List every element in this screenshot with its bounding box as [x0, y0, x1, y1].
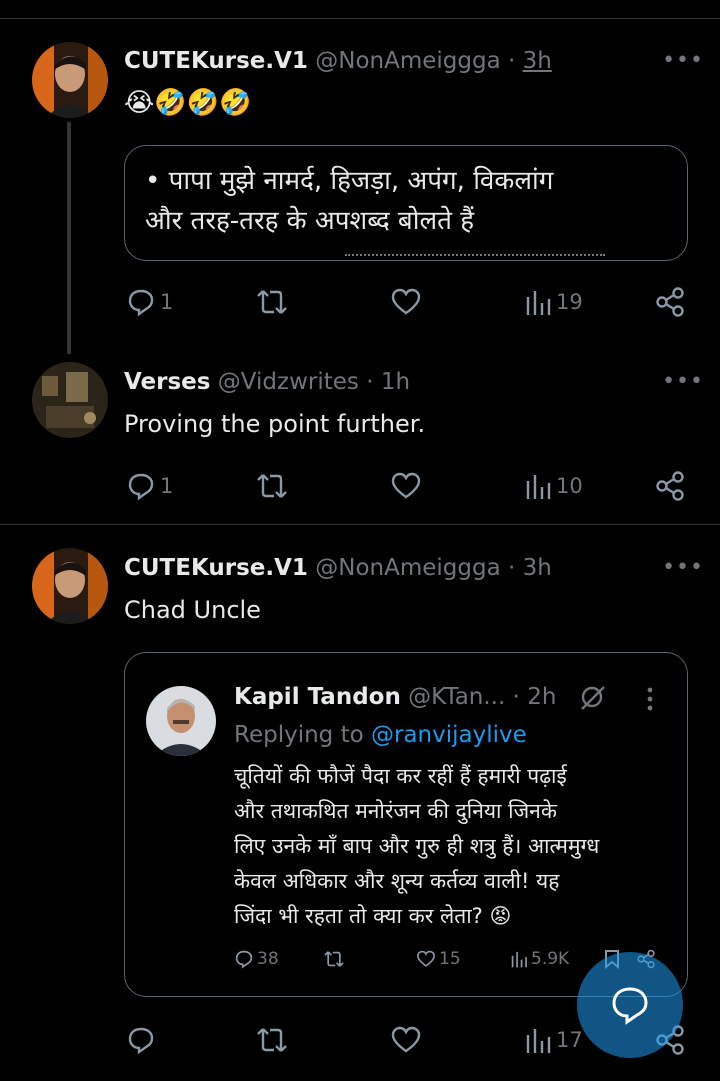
avatar[interactable]	[32, 548, 108, 624]
author-handle[interactable]: @NonAmeiggga	[315, 48, 500, 74]
timestamp-link[interactable]: 3h	[523, 48, 552, 74]
retweet-icon	[324, 951, 344, 967]
quoted-text-line: जिंदा भी रहता तो क्या कर लेता? 😡	[234, 904, 512, 928]
replying-to-prefix: Replying to	[234, 722, 364, 748]
more-options-icon[interactable]: •••	[662, 555, 704, 580]
quoted-reply-count: 38	[257, 949, 279, 969]
quoted-avatar[interactable]	[146, 686, 216, 756]
timestamp-link[interactable]: 3h	[523, 555, 552, 581]
author-handle[interactable]: @NonAmeiggga	[315, 555, 500, 581]
quoted-timestamp[interactable]: 2h	[527, 684, 556, 710]
share-icon	[656, 471, 684, 501]
more-options-icon[interactable]: •••	[662, 48, 704, 73]
views-icon	[526, 475, 551, 499]
views-icon	[511, 951, 527, 968]
replying-to-link[interactable]: @ranvijaylive	[371, 722, 527, 748]
avatar[interactable]	[32, 362, 108, 438]
reply-icon	[128, 1027, 154, 1055]
views-icon	[526, 1029, 551, 1053]
tweet-header: CUTEKurse.V1 @NonAmeiggga · 3h	[124, 46, 552, 76]
quoted-header: Kapil Tandon @KTan... · 2h	[234, 684, 556, 710]
views-button[interactable]: 10	[524, 466, 583, 506]
retweet-icon	[257, 474, 287, 498]
tweet-actions: 1 10	[0, 466, 720, 506]
more-options-icon[interactable]: •••	[662, 369, 704, 394]
retweet-icon	[257, 290, 287, 314]
quoted-author-handle[interactable]: @KTan...	[408, 684, 505, 710]
share-icon	[656, 287, 684, 317]
views-icon	[526, 291, 551, 315]
grok-icon[interactable]	[578, 683, 606, 711]
tweet-text: Proving the point further.	[124, 410, 426, 438]
views-count: 19	[556, 290, 583, 314]
replying-to: Replying to @ranvijaylive	[234, 722, 527, 748]
retweet-icon	[257, 1028, 287, 1052]
quoted-views-button[interactable]: 5.9K	[510, 944, 569, 974]
top-divider	[0, 0, 720, 19]
separator-dot: ·	[366, 369, 374, 395]
quoted-card[interactable]: • पापा मुझे नामर्द, हिजड़ा, अपंग, विकलां…	[124, 145, 688, 261]
card-text-line: और तरह-तरह के अपशब्द बोलते हैं	[145, 206, 475, 236]
card-text-overflow	[345, 254, 605, 260]
reply-icon	[128, 473, 154, 501]
quoted-author-name[interactable]: Kapil Tandon	[234, 684, 401, 710]
author-handle[interactable]: @Vidzwrites	[218, 369, 359, 395]
separator-dot: ·	[507, 48, 516, 74]
retweet-button[interactable]	[255, 1020, 293, 1060]
reply-count: 1	[160, 290, 174, 314]
share-button[interactable]	[654, 466, 686, 506]
quoted-text-line: केवल अधिकार और शून्य कर्तव्य वाली! यह	[234, 869, 560, 893]
author-name[interactable]: Verses	[124, 369, 210, 395]
reply-button[interactable]	[126, 1020, 160, 1060]
quoted-text-line: चूतियों की फौजें पैदा कर रहीं हैं हमारी …	[234, 764, 567, 788]
reply-icon	[128, 289, 154, 317]
reply-button[interactable]: 1	[126, 282, 173, 322]
compose-reply-fab[interactable]	[577, 952, 683, 1058]
heart-icon	[391, 1026, 421, 1053]
tweet-emoji-text: 😭🤣🤣🤣	[124, 88, 252, 118]
timestamp-link[interactable]: 1h	[381, 369, 410, 395]
like-button[interactable]	[390, 466, 426, 506]
like-button[interactable]	[390, 1020, 426, 1060]
quoted-more-icon[interactable]	[644, 686, 656, 712]
author-name[interactable]: CUTEKurse.V1	[124, 555, 308, 581]
author-name[interactable]: CUTEKurse.V1	[124, 48, 308, 74]
views-button[interactable]: 17	[524, 1020, 583, 1060]
share-button[interactable]	[654, 282, 686, 322]
reply-count: 1	[160, 474, 174, 498]
heart-icon	[391, 288, 421, 315]
quoted-views-count: 5.9K	[531, 949, 570, 969]
retweet-button[interactable]	[255, 466, 293, 506]
tweet-text: Chad Uncle	[124, 596, 261, 624]
retweet-button[interactable]	[255, 282, 293, 322]
avatar[interactable]	[32, 42, 108, 118]
quoted-retweet-button[interactable]	[323, 944, 345, 974]
separator-dot: ·	[512, 684, 520, 710]
separator-dot: ·	[507, 555, 516, 581]
views-count: 10	[556, 474, 583, 498]
card-text-line: • पापा मुझे नामर्द, हिजड़ा, अपंग, विकलां…	[145, 166, 554, 196]
tweet-actions: 1 19	[0, 282, 720, 322]
tweet-header: CUTEKurse.V1 @NonAmeiggga · 3h	[124, 553, 552, 583]
quoted-text-line: लिए उनके माँ बाप और गुरु ही शत्रु हैं। आ…	[234, 834, 600, 858]
tweet-header: Verses @Vidzwrites · 1h	[124, 367, 410, 397]
quoted-like-count: 15	[439, 949, 461, 969]
quoted-reply-button[interactable]: 38	[234, 944, 279, 974]
like-button[interactable]	[390, 282, 426, 322]
heart-icon	[417, 950, 435, 967]
chat-bubble-icon	[612, 987, 648, 1025]
views-count: 17	[556, 1028, 583, 1052]
reply-button[interactable]: 1	[126, 466, 173, 506]
views-button[interactable]: 19	[524, 282, 583, 322]
reply-icon	[235, 950, 253, 969]
heart-icon	[391, 472, 421, 499]
quoted-like-button[interactable]: 15	[416, 944, 461, 974]
tweet-divider	[0, 524, 720, 525]
quoted-text-line: और तथाकथित मनोरंजन की दुनिया जिनके	[234, 799, 557, 823]
